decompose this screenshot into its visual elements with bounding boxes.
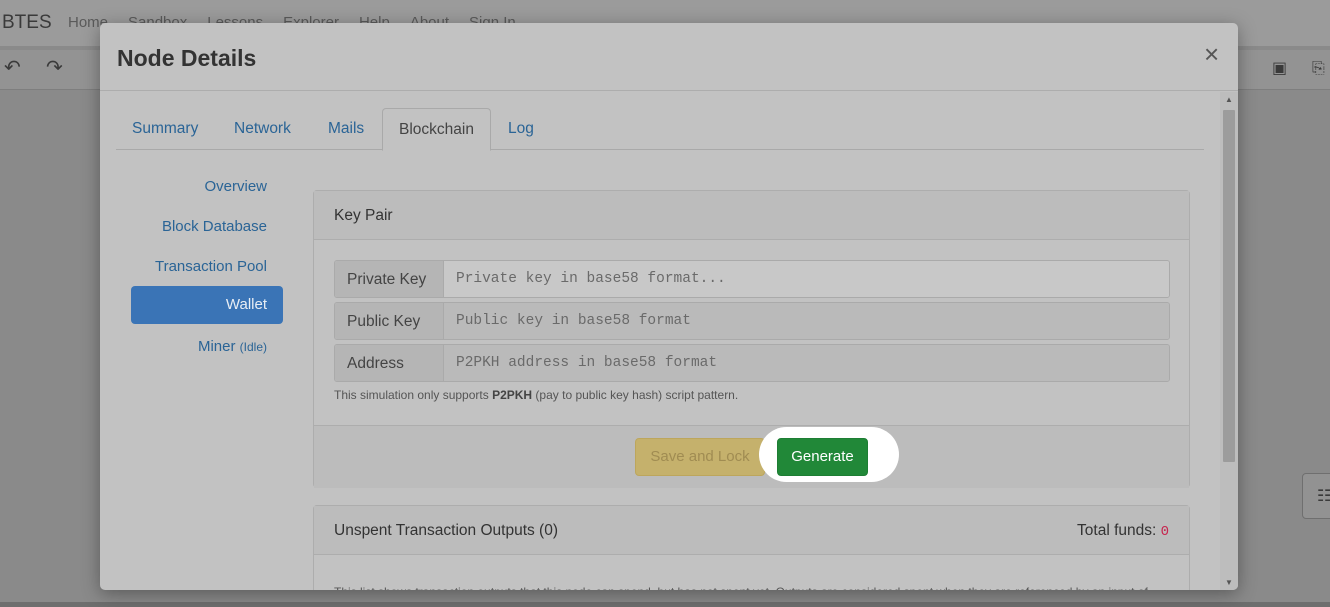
- tab-blockchain[interactable]: Blockchain: [382, 108, 491, 151]
- utxo-description: This list shows transaction outputs that…: [314, 555, 1189, 590]
- key-pair-footer: Save and Lock Generate: [314, 425, 1189, 488]
- tab-log[interactable]: Log: [508, 108, 534, 150]
- private-key-input[interactable]: [444, 261, 1169, 297]
- help-text-suffix: (pay to public key hash) script pattern.: [532, 388, 739, 402]
- network-icon[interactable]: ☷: [1302, 473, 1330, 519]
- side-nav-transaction-pool[interactable]: Transaction Pool: [155, 248, 283, 286]
- undo-icon[interactable]: ↶: [4, 58, 21, 78]
- modal-body: Summary Network Mails Blockchain Log Ove…: [100, 92, 1220, 590]
- side-nav-miner-label: Miner: [197, 338, 236, 355]
- private-key-label: Private Key: [335, 261, 444, 297]
- utxo-header: Unspent Transaction Outputs (0) Total fu…: [314, 506, 1189, 555]
- modal-header: Node Details ×: [100, 23, 1238, 91]
- save-and-lock-button[interactable]: Save and Lock: [635, 438, 765, 476]
- side-nav-overview[interactable]: Overview: [204, 168, 283, 206]
- scroll-up-icon[interactable]: ▲: [1225, 95, 1233, 104]
- modal-scrollbar[interactable]: ▲ ▼: [1220, 92, 1238, 590]
- side-nav-block-database[interactable]: Block Database: [162, 208, 283, 246]
- public-key-group: Public Key: [334, 302, 1170, 340]
- export-icon[interactable]: ⎘: [1312, 61, 1325, 77]
- total-funds-value: 0: [1160, 524, 1169, 540]
- help-text-bold: P2PKH: [492, 388, 533, 402]
- key-pair-panel: Key Pair Private Key Public Key Address …: [313, 190, 1190, 488]
- side-nav-miner[interactable]: Miner (Idle): [198, 328, 283, 366]
- key-pair-title: Key Pair: [314, 191, 1189, 240]
- side-nav-wallet[interactable]: Wallet: [131, 286, 283, 324]
- scroll-down-icon[interactable]: ▼: [1225, 578, 1233, 587]
- total-funds-label: Total funds:: [1077, 522, 1161, 539]
- address-input[interactable]: [444, 345, 1169, 381]
- save-icon[interactable]: ▣: [1272, 61, 1287, 77]
- tab-network[interactable]: Network: [234, 108, 291, 150]
- generate-button[interactable]: Generate: [777, 438, 868, 476]
- address-label: Address: [335, 345, 444, 381]
- miner-status: (Idle): [239, 340, 267, 354]
- node-details-modal: Node Details × Summary Network Mails Blo…: [100, 23, 1238, 590]
- redo-icon[interactable]: ↷: [46, 58, 63, 78]
- modal-title: Node Details: [117, 45, 257, 71]
- close-icon[interactable]: ×: [1204, 41, 1219, 67]
- tab-mails[interactable]: Mails: [328, 108, 364, 150]
- tab-summary[interactable]: Summary: [132, 108, 198, 150]
- help-text-prefix: This simulation only supports: [334, 388, 493, 402]
- help-text: This simulation only supports P2PKH (pay…: [334, 388, 738, 402]
- utxo-title: Unspent Transaction Outputs (0): [334, 522, 559, 539]
- public-key-input[interactable]: [444, 303, 1169, 339]
- private-key-group: Private Key: [334, 260, 1170, 298]
- address-group: Address: [334, 344, 1170, 382]
- public-key-label: Public Key: [335, 303, 444, 339]
- tab-bar: Summary Network Mails Blockchain Log: [116, 108, 1204, 151]
- scroll-thumb[interactable]: [1223, 110, 1235, 462]
- app-brand[interactable]: BTES: [2, 12, 52, 34]
- bottom-bar: [0, 602, 1330, 607]
- utxo-panel: Unspent Transaction Outputs (0) Total fu…: [313, 505, 1190, 590]
- total-funds: Total funds: 0: [1077, 522, 1169, 540]
